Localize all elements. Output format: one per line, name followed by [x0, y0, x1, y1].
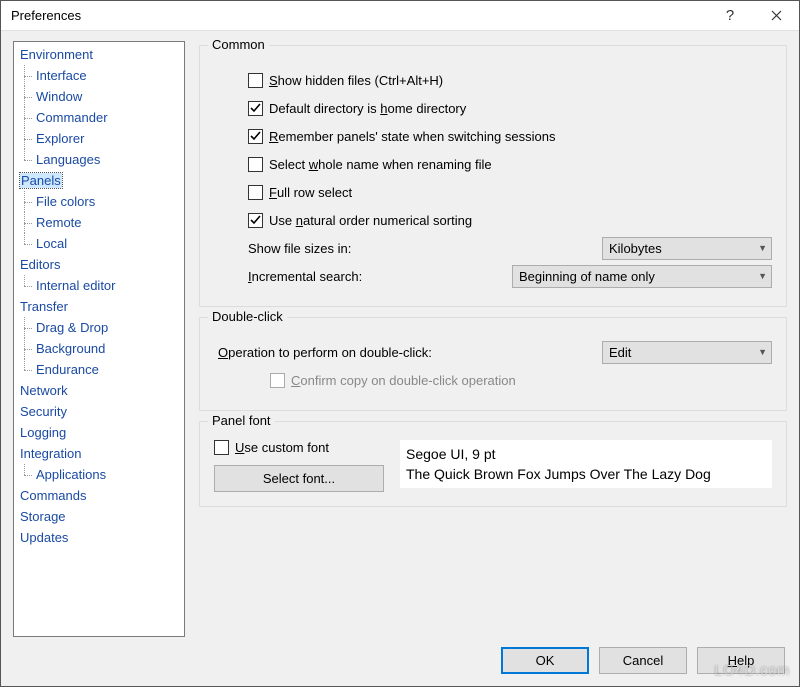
tree-item-transfer[interactable]: Transfer: [14, 296, 184, 317]
settings-content: Common Show hidden files (Ctrl+Alt+H) De…: [199, 41, 787, 637]
checkbox-select-whole-name[interactable]: Select whole name when renaming file: [214, 157, 492, 172]
font-sample-text: The Quick Brown Fox Jumps Over The Lazy …: [406, 464, 766, 484]
tree-item-security[interactable]: Security: [14, 401, 184, 422]
tree-item-editors[interactable]: Editors: [14, 254, 184, 275]
titlebar: Preferences ?: [1, 1, 799, 31]
checkbox-confirm-copy: Confirm copy on double-click operation: [270, 373, 516, 388]
tree-item-background[interactable]: Background: [14, 338, 184, 359]
dialog-footer: OK Cancel Help: [1, 637, 799, 686]
preferences-dialog: Preferences ? EnvironmentInterfaceWindow…: [0, 0, 800, 687]
tree-item-file-colors[interactable]: File colors: [14, 191, 184, 212]
cancel-button[interactable]: Cancel: [599, 647, 687, 674]
tree-item-window[interactable]: Window: [14, 86, 184, 107]
group-common: Common Show hidden files (Ctrl+Alt+H) De…: [199, 45, 787, 307]
tree-item-applications[interactable]: Applications: [14, 464, 184, 485]
font-sample-name: Segoe UI, 9 pt: [406, 444, 766, 464]
chevron-down-icon: ▼: [758, 271, 767, 281]
group-panel-font-legend: Panel font: [208, 413, 275, 428]
tree-item-panels[interactable]: Panels: [14, 170, 184, 191]
window-title: Preferences: [11, 8, 707, 23]
tree-item-network[interactable]: Network: [14, 380, 184, 401]
tree-item-storage[interactable]: Storage: [14, 506, 184, 527]
group-common-legend: Common: [208, 37, 269, 52]
checkbox-use-custom-font[interactable]: Use custom font: [214, 440, 384, 455]
chevron-down-icon: ▼: [758, 347, 767, 357]
tree-item-remote[interactable]: Remote: [14, 212, 184, 233]
combo-file-sizes[interactable]: Kilobytes ▼: [602, 237, 772, 260]
tree-item-drag-drop[interactable]: Drag & Drop: [14, 317, 184, 338]
group-double-click-legend: Double-click: [208, 309, 287, 324]
tree-item-explorer[interactable]: Explorer: [14, 128, 184, 149]
combo-double-click-op[interactable]: Edit ▼: [602, 341, 772, 364]
tree-item-interface[interactable]: Interface: [14, 65, 184, 86]
label-file-sizes: Show file sizes in:: [248, 241, 594, 256]
checkbox-default-directory[interactable]: Default directory is home directory: [214, 101, 466, 116]
tree-item-updates[interactable]: Updates: [14, 527, 184, 548]
tree-item-internal-editor[interactable]: Internal editor: [14, 275, 184, 296]
chevron-down-icon: ▼: [758, 243, 767, 253]
tree-item-endurance[interactable]: Endurance: [14, 359, 184, 380]
tree-item-integration[interactable]: Integration: [14, 443, 184, 464]
tree-item-local[interactable]: Local: [14, 233, 184, 254]
close-icon[interactable]: [753, 1, 799, 30]
tree-item-environment[interactable]: Environment: [14, 44, 184, 65]
tree-item-logging[interactable]: Logging: [14, 422, 184, 443]
checkbox-show-hidden[interactable]: Show hidden files (Ctrl+Alt+H): [214, 73, 443, 88]
label-incremental-search: Incremental search:: [248, 269, 504, 284]
help-icon[interactable]: ?: [707, 1, 753, 30]
tree-item-commander[interactable]: Commander: [14, 107, 184, 128]
group-panel-font: Panel font Use custom font Select font..…: [199, 421, 787, 507]
checkbox-remember-panels[interactable]: Remember panels' state when switching se…: [214, 129, 555, 144]
font-sample: Segoe UI, 9 pt The Quick Brown Fox Jumps…: [400, 440, 772, 488]
combo-incremental-search[interactable]: Beginning of name only ▼: [512, 265, 772, 288]
tree-item-commands[interactable]: Commands: [14, 485, 184, 506]
help-button[interactable]: Help: [697, 647, 785, 674]
nav-tree[interactable]: EnvironmentInterfaceWindowCommanderExplo…: [13, 41, 185, 637]
tree-item-languages[interactable]: Languages: [14, 149, 184, 170]
checkbox-full-row-select[interactable]: Full row select: [214, 185, 352, 200]
row-double-click-op: Operation to perform on double-click: Ed…: [214, 340, 772, 364]
row-file-sizes: Show file sizes in: Kilobytes ▼: [214, 236, 772, 260]
ok-button[interactable]: OK: [501, 647, 589, 674]
group-double-click: Double-click Operation to perform on dou…: [199, 317, 787, 411]
select-font-button[interactable]: Select font...: [214, 465, 384, 492]
checkbox-natural-order[interactable]: Use natural order numerical sorting: [214, 213, 472, 228]
label-double-click-op: Operation to perform on double-click:: [218, 345, 594, 360]
row-incremental-search: Incremental search: Beginning of name on…: [214, 264, 772, 288]
